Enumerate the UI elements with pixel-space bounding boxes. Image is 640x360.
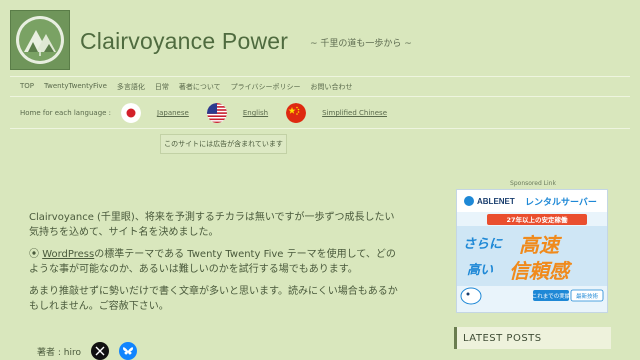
author-row: 著者 : hiro	[37, 342, 137, 360]
latest-posts-heading: LATEST POSTS	[454, 327, 611, 349]
site-tagline: ~ 千里の道も一歩から ~	[310, 39, 412, 49]
language-link-chinese[interactable]: Simplified Chinese	[322, 109, 387, 117]
language-link-japanese[interactable]: Japanese	[157, 109, 189, 117]
banner-line1a: さらに	[463, 237, 503, 252]
mountain-logo-icon	[16, 16, 64, 64]
x-icon[interactable]	[90, 342, 109, 360]
language-divider	[10, 128, 630, 129]
intro-paragraph-2: ⦿ WordPressの標準テーマである Twenty Twenty Five …	[29, 247, 399, 277]
nav-divider	[10, 96, 630, 97]
banner-line2a: 高い	[467, 262, 494, 278]
nav-item-multilingual[interactable]: 多言語化	[117, 82, 145, 92]
banner-line1b: 高速	[519, 233, 563, 257]
nav-item-about-author[interactable]: 著者について	[179, 82, 221, 92]
site-title[interactable]: Clairvoyance Power	[80, 28, 288, 55]
site-logo[interactable]	[10, 10, 70, 70]
ad-banner[interactable]: ABLENET レンタルサーバー 27年以上の安定稼働 さらに 高速 高い 信頼…	[456, 189, 608, 313]
language-item-japanese[interactable]: Japanese	[121, 103, 189, 123]
language-label: Home for each language :	[20, 109, 112, 117]
sponsored-label: Sponsored Link	[510, 180, 556, 187]
china-flag-icon	[286, 103, 307, 123]
banner-footer1: これまでの実績	[532, 292, 571, 300]
language-selector: Home for each language : Japanese Englis…	[20, 100, 405, 126]
nav-item-twentytwentyfive[interactable]: TwentyTwentyFive	[44, 82, 107, 92]
intro-paragraph-3: あまり推敲せずに勢いだけで書く文章が多いと思います。読みにくい場合もあるかもしれ…	[29, 286, 398, 312]
header-divider	[10, 76, 630, 77]
wordpress-link[interactable]: WordPress	[42, 249, 94, 260]
banner-line2b: 信頼感	[509, 259, 573, 283]
usa-flag-icon	[206, 103, 227, 123]
wordpress-icon: ⦿	[29, 249, 39, 260]
nav-item-top[interactable]: TOP	[20, 82, 34, 92]
author-label: 著者 : hiro	[37, 347, 81, 358]
language-item-english[interactable]: English	[206, 103, 268, 123]
banner-brand: ABLENET	[477, 197, 515, 206]
bluesky-icon[interactable]	[118, 342, 137, 360]
ablenet-banner-art: ABLENET レンタルサーバー 27年以上の安定稼働 さらに 高速 高い 信頼…	[457, 190, 607, 312]
site-header: Clairvoyance Power ~ 千里の道も一歩から ~	[0, 0, 640, 80]
nav-item-privacy-policy[interactable]: プライバシーポリシー	[231, 82, 301, 92]
banner-badge: 27年以上の安定稼働	[506, 215, 568, 224]
intro-paragraph-1: Clairvoyance (千里眼)、将来を予測するチカラは無いですが一歩ずつ成…	[29, 212, 395, 238]
nav-item-contact[interactable]: お問い合わせ	[311, 82, 353, 92]
nav-item-daily[interactable]: 日常	[155, 82, 169, 92]
language-item-chinese[interactable]: Simplified Chinese	[286, 103, 387, 123]
language-link-english[interactable]: English	[243, 109, 268, 117]
japan-flag-icon	[121, 103, 142, 123]
banner-footer2: 最新技術	[576, 292, 599, 300]
ad-disclosure-notice: このサイトには広告が含まれています	[160, 134, 287, 154]
main-nav: TOP TwentyTwentyFive 多言語化 日常 著者について プライバ…	[20, 82, 353, 92]
main-content: Clairvoyance (千里眼)、将来を予測するチカラは無いですが一歩ずつ成…	[29, 210, 399, 321]
banner-product: レンタルサーバー	[525, 196, 597, 208]
